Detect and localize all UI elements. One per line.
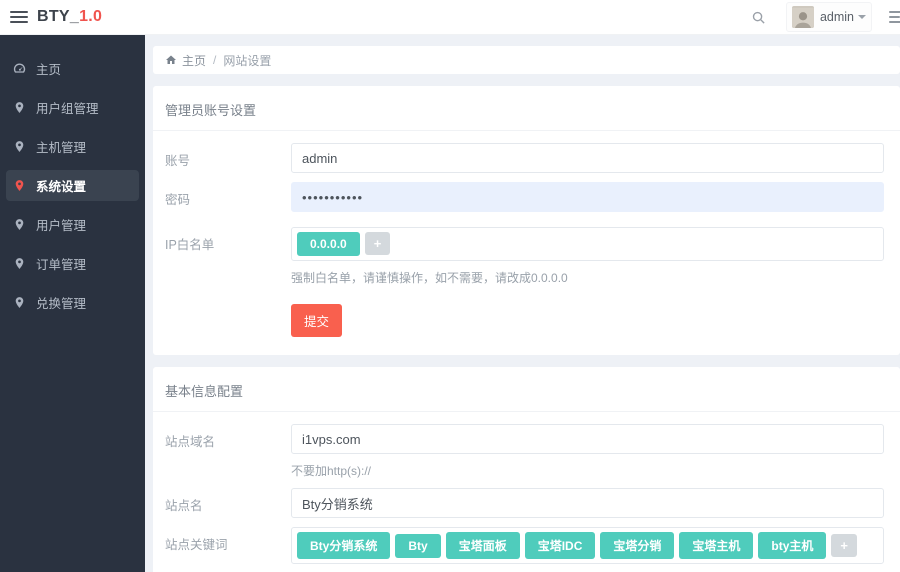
keyword-tag[interactable]: Bty分销系统	[297, 532, 390, 559]
ip-whitelist-help: 强制白名单，请谨慎操作，如不需要，请改成0.0.0.0	[291, 269, 884, 286]
breadcrumb-current: 网站设置	[223, 52, 271, 69]
dashboard-icon	[12, 61, 27, 76]
user-menu[interactable]: admin	[786, 2, 872, 32]
main-content: 主页 / 网站设置 管理员账号设置 账号 密码	[145, 35, 900, 572]
map-pin-icon	[12, 256, 27, 271]
control-sidebar-toggle-icon[interactable]	[889, 11, 900, 23]
sidebar-item-label: 用户组管理	[36, 98, 99, 117]
breadcrumb: 主页 / 网站设置	[153, 46, 900, 74]
password-label: 密码	[165, 182, 291, 208]
ip-whitelist-row: IP白名单 0.0.0.0+ 强制白名单，请谨慎操作，如不需要，请改成0.0.0…	[153, 227, 900, 286]
sidebar-nav: 主页 用户组管理 主机管理 系统设置 用户管理	[0, 35, 145, 572]
sitename-label: 站点名	[165, 488, 291, 514]
admin-submit-row: 提交	[153, 304, 900, 337]
keywords-row: 站点关键词 Bty分销系统Bty宝塔面板宝塔IDC宝塔分销宝塔主机bty主机+	[153, 527, 900, 564]
map-pin-icon	[12, 217, 27, 232]
domain-label: 站点域名	[165, 424, 291, 450]
account-label: 账号	[165, 143, 291, 169]
app-logo[interactable]: BTY_1.0	[37, 8, 102, 26]
map-pin-icon	[12, 139, 27, 154]
sidebar-item-redeem[interactable]: 兑换管理	[6, 287, 139, 318]
search-icon[interactable]	[746, 4, 772, 30]
basic-card-title: 基本信息配置	[153, 367, 900, 412]
account-input[interactable]	[291, 143, 884, 173]
sidebar-item-user-groups[interactable]: 用户组管理	[6, 92, 139, 123]
map-pin-icon	[12, 100, 27, 115]
header-right-group: admin	[746, 0, 900, 34]
logo-primary: BTY_	[37, 8, 79, 25]
sitename-row: 站点名	[153, 488, 900, 518]
sidebar-item-label: 主机管理	[36, 137, 86, 156]
username-label: admin	[820, 10, 854, 24]
add-ip-button[interactable]: +	[365, 232, 391, 255]
admin-account-card: 管理员账号设置 账号 密码 IP白名单	[153, 86, 900, 355]
breadcrumb-home-link[interactable]: 主页	[182, 52, 206, 69]
admin-card-title: 管理员账号设置	[153, 86, 900, 131]
keywords-label: 站点关键词	[165, 527, 291, 553]
sidebar-item-label: 主页	[36, 59, 61, 78]
breadcrumb-separator: /	[213, 53, 216, 67]
keyword-tag[interactable]: 宝塔面板	[446, 532, 520, 559]
keyword-tag[interactable]: Bty	[395, 534, 440, 558]
sidebar-item-label: 系统设置	[36, 176, 86, 195]
keyword-tag[interactable]: 宝塔主机	[679, 532, 753, 559]
account-row: 账号	[153, 143, 900, 173]
home-icon	[165, 54, 177, 66]
map-pin-icon	[12, 295, 27, 310]
sidebar-item-orders[interactable]: 订单管理	[6, 248, 139, 279]
keyword-tag[interactable]: 宝塔IDC	[525, 532, 596, 559]
sidebar-item-home[interactable]: 主页	[6, 53, 139, 84]
sidebar-item-label: 用户管理	[36, 215, 86, 234]
ip-tag[interactable]: 0.0.0.0	[297, 232, 360, 256]
domain-input[interactable]	[291, 424, 884, 454]
add-keyword-button[interactable]: +	[831, 534, 857, 557]
domain-row: 站点域名 不要加http(s)://	[153, 424, 900, 479]
chevron-down-icon	[858, 15, 866, 19]
basic-info-card: 基本信息配置 站点域名 不要加http(s):// 站点名 站点关	[153, 367, 900, 572]
sidebar-item-system-settings[interactable]: 系统设置	[6, 170, 139, 201]
password-input[interactable]	[291, 182, 884, 212]
sidebar-item-users[interactable]: 用户管理	[6, 209, 139, 240]
admin-submit-button[interactable]: 提交	[291, 304, 342, 337]
password-row: 密码	[153, 182, 900, 212]
sidebar-toggle-icon[interactable]	[10, 11, 28, 23]
domain-help: 不要加http(s)://	[291, 462, 884, 479]
sidebar-item-label: 订单管理	[36, 254, 86, 273]
ip-whitelist-label: IP白名单	[165, 227, 291, 253]
admin-card-body: 账号 密码 IP白名单 0.0.0.0+	[153, 131, 900, 355]
sidebar-item-hosts[interactable]: 主机管理	[6, 131, 139, 162]
keywords-tagbox[interactable]: Bty分销系统Bty宝塔面板宝塔IDC宝塔分销宝塔主机bty主机+	[291, 527, 884, 564]
user-avatar	[792, 6, 814, 28]
sidebar-item-label: 兑换管理	[36, 293, 86, 312]
sitename-input[interactable]	[291, 488, 884, 518]
keyword-tag[interactable]: 宝塔分销	[600, 532, 674, 559]
basic-card-body: 站点域名 不要加http(s):// 站点名 站点关键词	[153, 412, 900, 572]
ip-whitelist-tagbox[interactable]: 0.0.0.0+	[291, 227, 884, 261]
map-pin-icon	[12, 178, 27, 193]
admin-panel-app: BTY_1.0 admin	[0, 0, 900, 572]
logo-version: 1.0	[79, 8, 102, 25]
top-header: BTY_1.0 admin	[0, 0, 900, 35]
keyword-tag[interactable]: bty主机	[758, 532, 826, 559]
